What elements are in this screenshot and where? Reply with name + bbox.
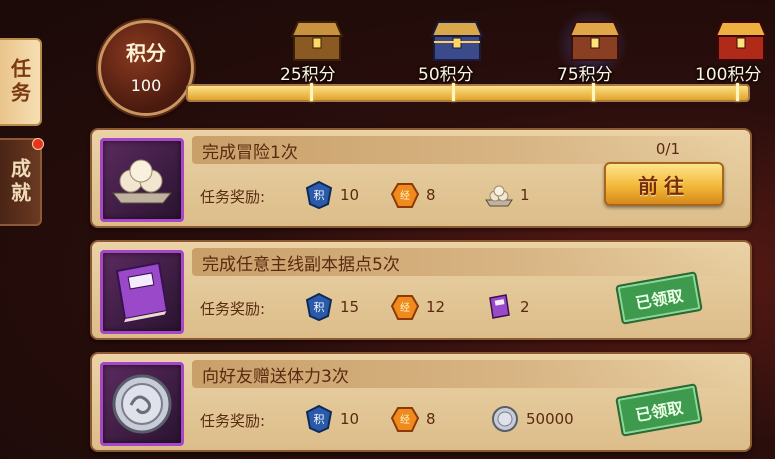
reward-value: 10 bbox=[340, 410, 360, 428]
exp-gem-icon: 经 bbox=[390, 183, 420, 208]
milestone-tick bbox=[310, 83, 313, 101]
milestone-tick bbox=[736, 83, 739, 101]
milestone-label: 25积分 bbox=[280, 65, 336, 85]
steamed-buns-icon bbox=[485, 185, 513, 207]
reward-item: 2 bbox=[484, 292, 530, 322]
points-shield-icon: 积 bbox=[305, 404, 333, 434]
milestone-tick bbox=[452, 83, 455, 101]
reward-value: 8 bbox=[426, 410, 436, 428]
reward-item: 50000 bbox=[490, 404, 574, 434]
points-shield-icon: 积 bbox=[305, 180, 333, 210]
notification-dot bbox=[32, 138, 44, 150]
task-card: 完成任意主线副本据点5次 任务奖励: 积 15 经 12 2 已领取 bbox=[90, 240, 752, 340]
exp-gem-icon: 经 bbox=[390, 407, 420, 432]
reward-value: 1 bbox=[520, 186, 530, 204]
task-title: 完成冒险1次 bbox=[202, 143, 298, 163]
svg-text:积: 积 bbox=[314, 189, 325, 202]
reward-label: 任务奖励: bbox=[200, 300, 266, 318]
reward-item: 1 bbox=[484, 180, 530, 210]
chest-icon[interactable] bbox=[288, 18, 346, 62]
tab-tasks[interactable]: 任务 bbox=[0, 38, 42, 126]
exp-gem-icon: 经 bbox=[390, 295, 420, 320]
reward-points: 积 10 bbox=[304, 404, 359, 434]
reward-exp: 经 8 bbox=[390, 404, 436, 434]
go-button[interactable]: 前往 bbox=[604, 162, 724, 206]
reward-value: 12 bbox=[426, 298, 446, 316]
milestone-label: 100积分 bbox=[695, 65, 762, 85]
chest-icon[interactable] bbox=[566, 18, 624, 62]
svg-text:积: 积 bbox=[314, 413, 325, 426]
milestone-label: 50积分 bbox=[418, 65, 474, 85]
reward-label: 任务奖励: bbox=[200, 188, 266, 206]
task-title: 完成任意主线副本据点5次 bbox=[202, 255, 400, 275]
points-badge: 积分 100 bbox=[98, 20, 194, 116]
svg-text:经: 经 bbox=[400, 189, 410, 202]
purple-book-icon bbox=[100, 250, 184, 334]
task-title: 向好友赠送体力3次 bbox=[202, 367, 349, 387]
reward-value: 15 bbox=[340, 298, 360, 316]
svg-text:经: 经 bbox=[400, 301, 410, 314]
points-shield-icon: 积 bbox=[305, 292, 333, 322]
tab-achievements[interactable]: 成就 bbox=[0, 138, 42, 226]
silver-coin-icon bbox=[492, 406, 518, 432]
reward-points: 积 10 bbox=[304, 180, 359, 210]
reward-points: 积 15 bbox=[304, 292, 359, 322]
reward-label: 任务奖励: bbox=[200, 412, 266, 430]
task-progress: 0/1 bbox=[655, 140, 680, 158]
svg-text:经: 经 bbox=[400, 413, 410, 426]
reward-value: 2 bbox=[520, 298, 530, 316]
steamed-buns-icon bbox=[100, 138, 184, 222]
milestone-label: 75积分 bbox=[557, 65, 613, 85]
reward-value: 10 bbox=[340, 186, 360, 204]
claimed-stamp: 已领取 bbox=[615, 383, 703, 437]
milestone-tick bbox=[592, 83, 595, 101]
svg-text:积: 积 bbox=[314, 301, 325, 314]
reward-exp: 经 8 bbox=[390, 180, 436, 210]
points-title: 积分 bbox=[126, 41, 166, 65]
task-card: 完成冒险1次 0/1 任务奖励: 积 10 经 8 1 前往 bbox=[90, 128, 752, 228]
reward-value: 8 bbox=[426, 186, 436, 204]
reward-exp: 经 12 bbox=[390, 292, 445, 322]
claimed-stamp: 已领取 bbox=[615, 271, 703, 325]
points-value: 100 bbox=[130, 76, 162, 95]
task-card: 向好友赠送体力3次 任务奖励: 积 10 经 8 50000 已领取 bbox=[90, 352, 752, 452]
progress-fill bbox=[188, 86, 748, 100]
reward-value: 50000 bbox=[526, 410, 574, 428]
chest-icon[interactable] bbox=[712, 18, 770, 62]
chest-icon[interactable] bbox=[428, 18, 486, 62]
points-progress-bar bbox=[186, 83, 750, 102]
purple-book-icon bbox=[489, 294, 510, 319]
silver-coin-icon bbox=[100, 362, 184, 446]
